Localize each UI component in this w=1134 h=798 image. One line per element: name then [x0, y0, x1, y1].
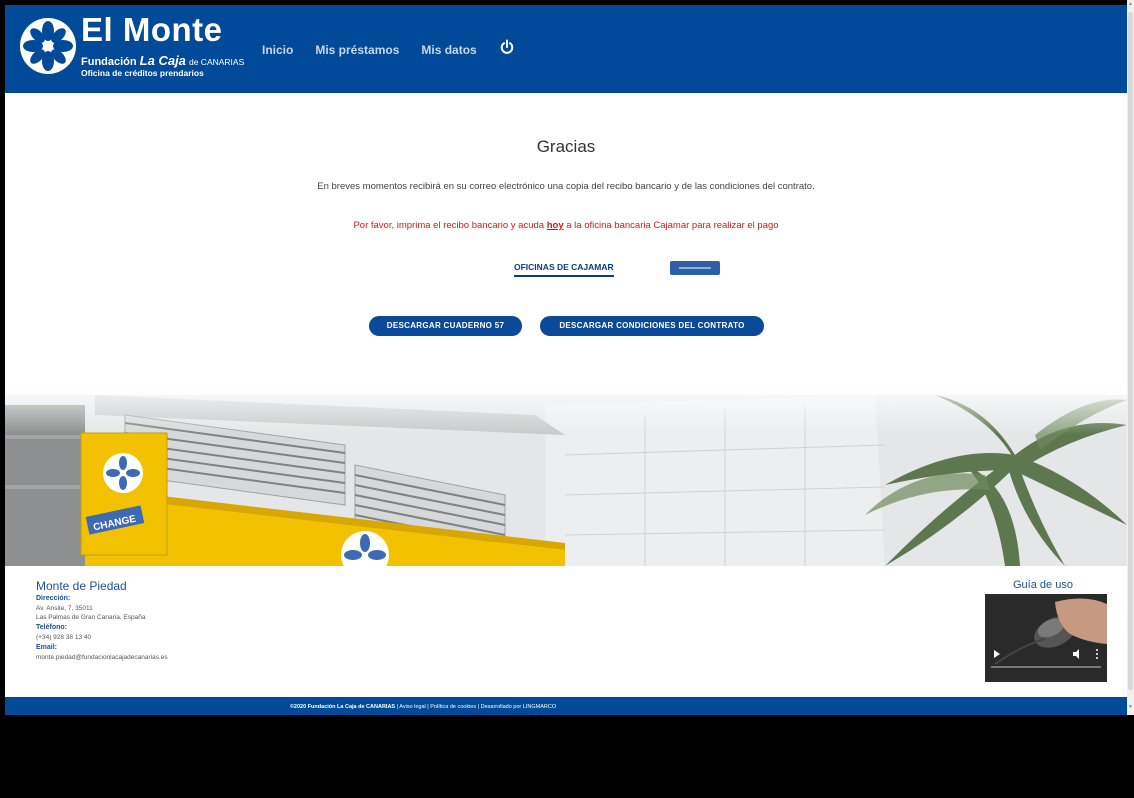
- copyright-bold: ©2020 Fundación La Caja de CANARIAS: [289, 704, 396, 710]
- vertical-scrollbar[interactable]: ▲ ▼: [1127, 0, 1134, 715]
- logo-flower-icon: [20, 18, 76, 74]
- hero-image: CHANGE: [5, 375, 1127, 566]
- telefono-label: Teléfono:: [36, 624, 67, 631]
- video-thumbnail: [985, 594, 1107, 682]
- header: El Monte Fundación La Caja de CANARIAS O…: [5, 5, 1127, 93]
- hero-fade: [5, 375, 1127, 435]
- direccion-line1: Av. Ansite, 7, 35011: [36, 605, 93, 612]
- direccion-label: Dirección:: [36, 595, 71, 602]
- scroll-thumb[interactable]: [1128, 12, 1133, 690]
- telefono-value: (+34) 928 38 13 40: [36, 634, 92, 641]
- logo[interactable]: El Monte Fundación La Caja de CANARIAS O…: [19, 11, 249, 87]
- oficinas-cajamar-link[interactable]: OFICINAS DE CAJAMAR: [514, 262, 614, 277]
- email-label: Email:: [36, 644, 58, 651]
- page: El Monte Fundación La Caja de CANARIAS O…: [5, 5, 1127, 715]
- nav-inicio[interactable]: Inicio: [262, 43, 293, 57]
- guide-title: Guía de uso: [1013, 579, 1073, 591]
- email-value[interactable]: monte.piedad@fundacionlacajadecanarias.e…: [36, 654, 168, 661]
- direccion-line2: Las Palmas de Gran Canaria, España: [36, 614, 146, 621]
- warning-message: Por favor, imprima el recibo bancario y …: [5, 220, 1127, 231]
- scroll-down-icon[interactable]: ▼: [1128, 703, 1133, 711]
- power-icon[interactable]: [499, 39, 515, 55]
- nav-mis-datos[interactable]: Mis datos: [421, 43, 476, 57]
- warning-pre: Por favor, imprima el recibo bancario y …: [353, 220, 547, 231]
- download-condiciones-button[interactable]: DESCARGAR CONDICIONES DEL CONTRATO: [540, 316, 764, 336]
- footer-title: Monte de Piedad: [36, 579, 127, 593]
- nav-mis-prestamos[interactable]: Mis préstamos: [315, 43, 399, 57]
- guide-video[interactable]: [985, 594, 1107, 682]
- logo-subtitle: Fundación La Caja de CANARIAS: [81, 53, 244, 68]
- logo-de-canarias: de CANARIAS: [188, 57, 245, 67]
- warning-post: a la oficina bancaria Cajamar para reali…: [563, 220, 779, 231]
- main-nav: Inicio Mis préstamos Mis datos: [262, 39, 515, 61]
- logo-caja: La Caja: [139, 53, 186, 68]
- download-cuaderno-button[interactable]: DESCARGAR CUADERNO 57: [369, 316, 522, 336]
- logo-name: El Monte: [81, 11, 223, 48]
- scroll-up-icon[interactable]: ▲: [1128, 0, 1133, 8]
- logo-fundacion: Fundación: [81, 56, 137, 68]
- warning-hoy-link[interactable]: hoy: [547, 220, 564, 231]
- bar-icon: [679, 267, 711, 269]
- footer-info: Monte de Piedad Dirección: Av. Ansite, 7…: [5, 566, 1127, 697]
- confirmation-message: En breves momentos recibirá en su correo…: [317, 181, 815, 192]
- copyright-bar: ©2020 Fundación La Caja de CANARIAS | Av…: [5, 697, 1127, 715]
- copyright-links[interactable]: | Aviso legal | Política de cookies | De…: [395, 704, 557, 710]
- page-title: Gracias: [536, 137, 596, 156]
- logo-oficina: Oficina de créditos prendarios: [81, 68, 204, 78]
- copyright-text: ©2020 Fundación La Caja de CANARIAS | Av…: [5, 704, 841, 710]
- menu-toggle-button[interactable]: [670, 261, 720, 275]
